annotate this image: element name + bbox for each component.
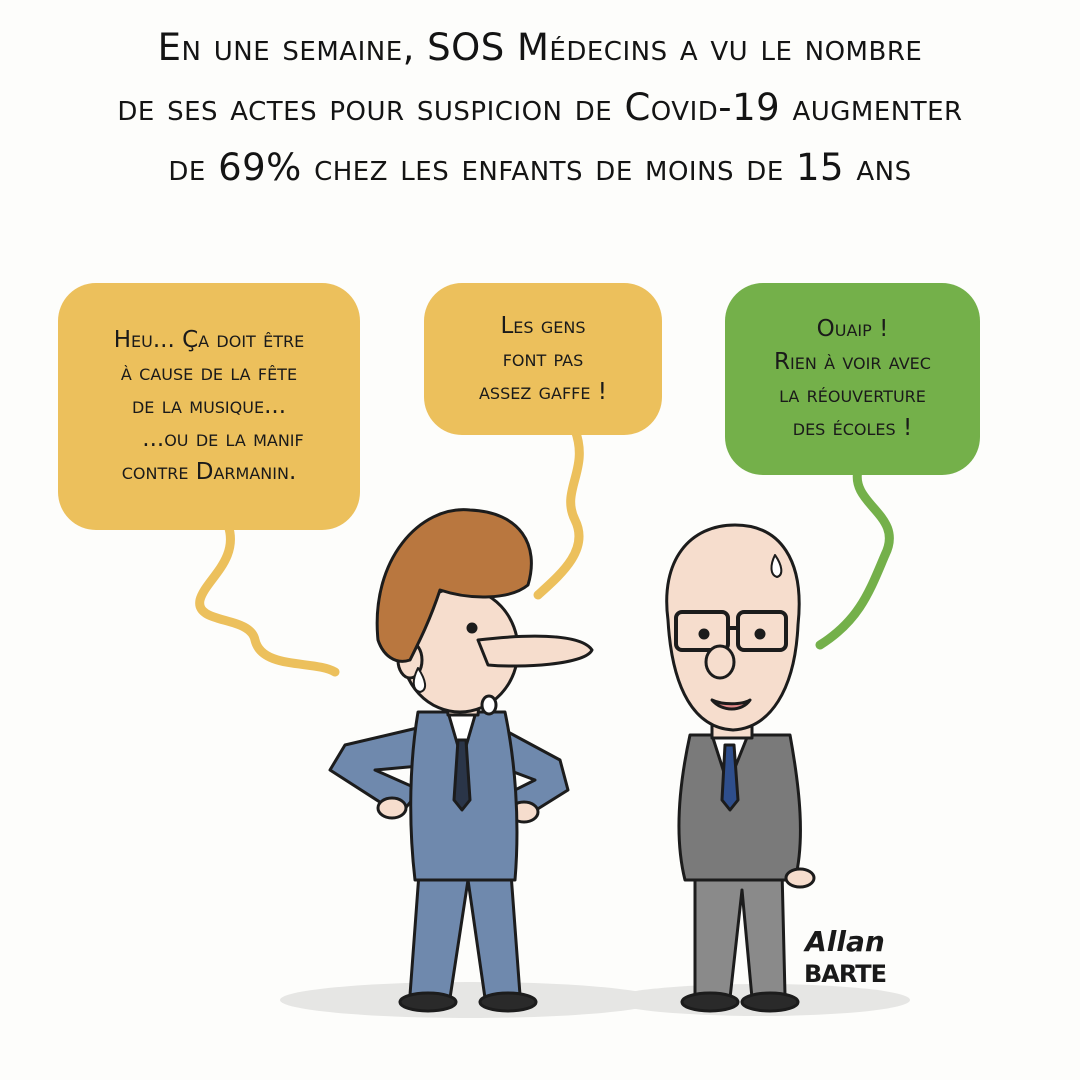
left-nose — [476, 634, 594, 668]
bubble-right-line-1: Ouaip ! — [816, 316, 889, 342]
speech-bubble-middle: Les gens font pas assez gaffe ! — [424, 283, 662, 435]
artist-signature: Allan BARTE — [800, 925, 890, 989]
speech-bubble-left: Heu... Ça doit être à cause de la fête d… — [58, 283, 360, 530]
bubble-right-line-2: Rien à voir avec — [774, 349, 931, 375]
right-tie — [720, 743, 740, 812]
tail-right — [815, 465, 894, 650]
bubble-left-line-2: à cause de la fête — [120, 360, 298, 386]
right-eye-1 — [698, 628, 710, 640]
bubble-middle-line-2: font pas — [502, 345, 584, 372]
tail-left — [195, 520, 340, 677]
bubble-middle-line-3: assez gaffe ! — [478, 378, 608, 405]
tail-middle — [533, 425, 584, 600]
right-shoe-2 — [740, 991, 800, 1013]
signature-last-name: BARTE — [803, 960, 887, 988]
bubble-left-line-5: contre Darmanin. — [121, 459, 297, 485]
left-mouth — [480, 694, 498, 716]
character-right — [665, 523, 816, 1013]
bubble-left-line-4: ...ou de la manif — [142, 426, 304, 452]
bubble-right-line-4: des écoles ! — [792, 415, 913, 441]
bubble-left-line-1: Heu... Ça doit être — [113, 327, 305, 353]
bubble-left-line-3: de la musique... — [131, 393, 287, 419]
right-shoe-1 — [680, 991, 740, 1013]
left-eye — [466, 622, 478, 634]
ground-shadow-left — [280, 982, 660, 1018]
left-shoe-1 — [398, 991, 458, 1013]
right-trousers — [693, 868, 787, 1000]
left-shoe-2 — [478, 991, 538, 1013]
signature-first-name: Allan — [805, 925, 885, 958]
bubble-right-line-3: la réouverture — [779, 382, 926, 408]
right-nose — [704, 644, 736, 680]
bubble-middle-line-1: Les gens — [500, 312, 586, 339]
left-tie — [452, 738, 472, 812]
speech-bubble-right: Ouaip ! Rien à voir avec la réouverture … — [725, 283, 980, 475]
cartoon-illustration — [195, 425, 910, 1018]
right-eye-2 — [754, 628, 766, 640]
